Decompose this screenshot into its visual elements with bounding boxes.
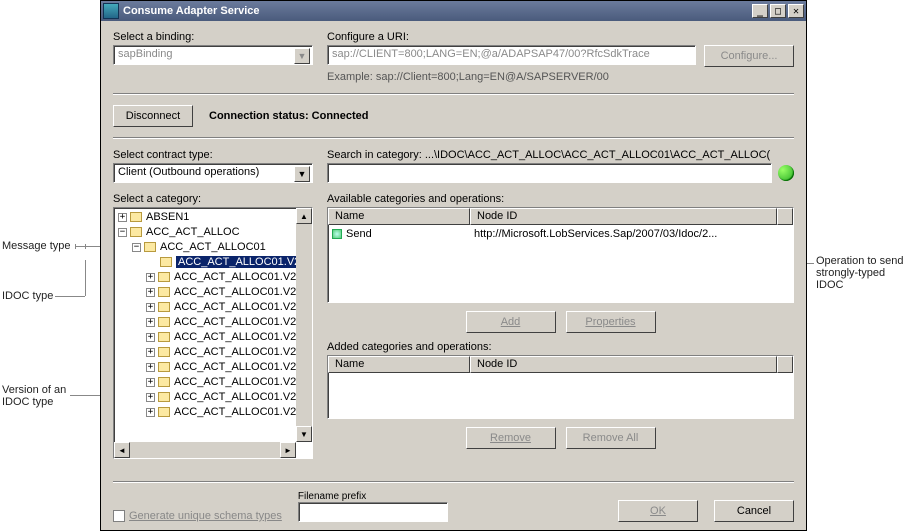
- contract-combo[interactable]: Client (Outbound operations) ▼: [113, 163, 313, 183]
- select-binding-label: Select a binding:: [113, 31, 313, 43]
- go-icon[interactable]: [778, 165, 794, 181]
- col-node[interactable]: Node ID: [470, 208, 777, 225]
- filename-prefix-label: Filename prefix: [298, 491, 448, 502]
- example-uri: Example: sap://Client=800;Lang=EN@A/SAPS…: [327, 71, 794, 83]
- callout-version: Version of an IDOC type: [2, 384, 82, 408]
- added-listview[interactable]: Name Node ID: [327, 355, 794, 419]
- callout-message-type: Message type: [2, 240, 70, 252]
- dialog-window: Consume Adapter Service _ □ ✕ Select a b…: [100, 0, 807, 531]
- minimize-button[interactable]: _: [752, 4, 768, 18]
- chevron-down-icon[interactable]: ▼: [294, 48, 310, 64]
- add-button[interactable]: Add: [466, 311, 556, 333]
- disconnect-button[interactable]: Disconnect: [113, 105, 193, 127]
- callout-idoc-type: IDOC type: [2, 290, 53, 302]
- app-icon: [103, 3, 119, 19]
- ok-button[interactable]: OK: [618, 500, 698, 522]
- scrollbar-vertical[interactable]: ▲ ▼: [296, 208, 312, 442]
- search-label: Search in category: ...\IDOC\ACC_ACT_ALL…: [327, 149, 794, 161]
- properties-button[interactable]: Properties: [566, 311, 656, 333]
- available-label: Available categories and operations:: [327, 193, 794, 205]
- added-label: Added categories and operations:: [327, 341, 794, 353]
- maximize-button[interactable]: □: [770, 4, 786, 18]
- uri-input: sap://CLIENT=800;LANG=EN;@a/ADAPSAP47/00…: [327, 45, 696, 65]
- window-title: Consume Adapter Service: [123, 5, 260, 17]
- binding-combo[interactable]: sapBinding ▼: [113, 45, 313, 65]
- operation-icon: [332, 229, 342, 239]
- scrollbar-horizontal[interactable]: ◄ ►: [114, 442, 296, 458]
- generate-checkbox[interactable]: Generate unique schema types: [113, 510, 282, 522]
- col-name[interactable]: Name: [328, 208, 470, 225]
- chevron-down-icon[interactable]: ▼: [294, 166, 310, 182]
- tree-selected-item: ACC_ACT_ALLOC01.V2 (4: [176, 256, 313, 268]
- available-listview[interactable]: Name Node ID Send http://Microsoft.LobSe…: [327, 207, 794, 303]
- select-category-label: Select a category:: [113, 193, 313, 205]
- callout-operation: Operation to send strongly-typed IDOC: [816, 255, 911, 291]
- remove-all-button[interactable]: Remove All: [566, 427, 656, 449]
- list-item[interactable]: Send http://Microsoft.LobServices.Sap/20…: [332, 227, 789, 242]
- search-input[interactable]: [327, 163, 772, 183]
- titlebar[interactable]: Consume Adapter Service _ □ ✕: [101, 1, 806, 21]
- configure-uri-label: Configure a URI:: [327, 31, 794, 43]
- connection-status: Connection status: Connected: [209, 110, 369, 122]
- filename-prefix-input[interactable]: [298, 502, 448, 522]
- remove-button[interactable]: Remove: [466, 427, 556, 449]
- select-contract-label: Select contract type:: [113, 149, 313, 161]
- cancel-button[interactable]: Cancel: [714, 500, 794, 522]
- configure-button[interactable]: Configure...: [704, 45, 794, 67]
- close-button[interactable]: ✕: [788, 4, 804, 18]
- category-tree[interactable]: +ABSEN1 −ACC_ACT_ALLOC −ACC_ACT_ALLOC01 …: [113, 207, 313, 459]
